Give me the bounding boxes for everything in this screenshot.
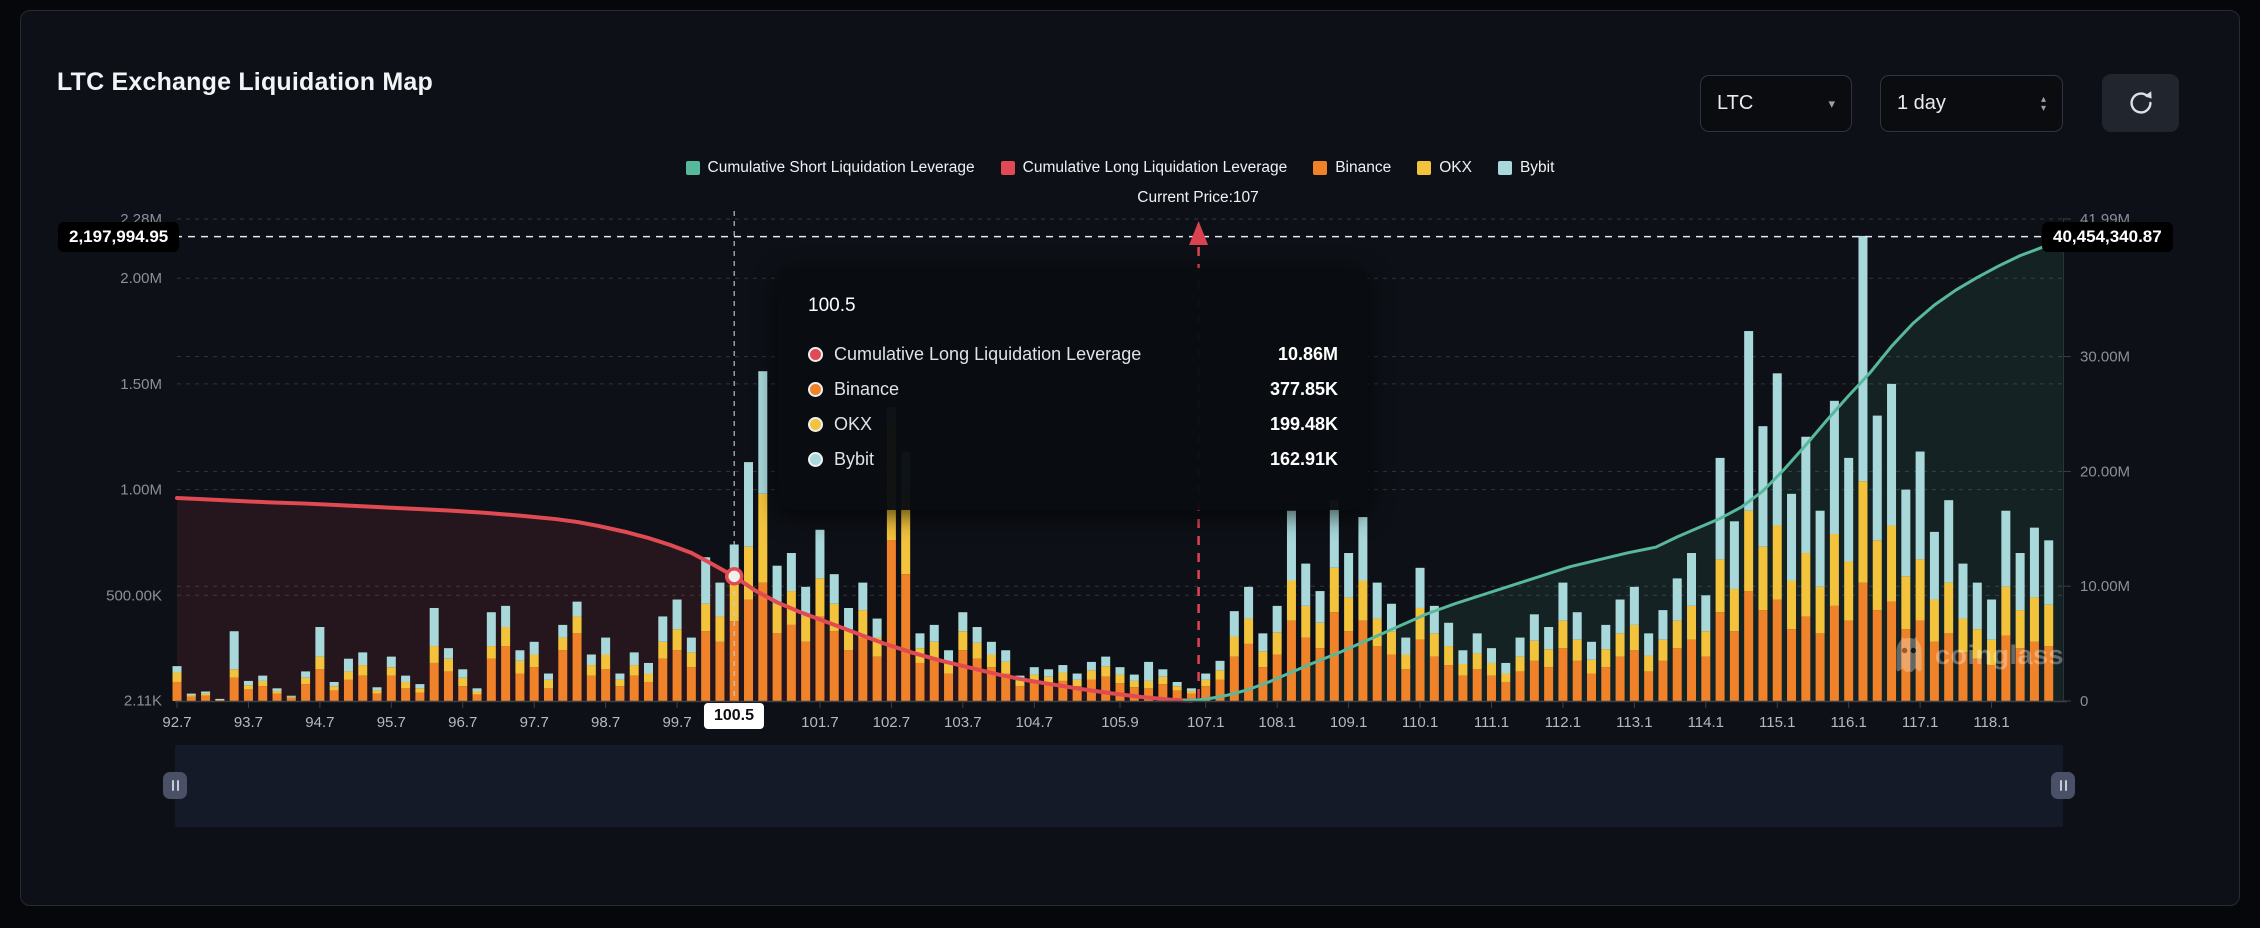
legend-item-2[interactable]: Cumulative Long Liquidation Leverage xyxy=(1001,159,1288,177)
legend-swatch xyxy=(1313,161,1327,175)
range-selector-track[interactable] xyxy=(175,745,2063,827)
tooltip-row: Binance 377.85K xyxy=(808,372,1338,407)
tooltip-row-value: 162.91K xyxy=(1270,449,1338,470)
right-axis-tick-label: 20.00M xyxy=(2080,463,2130,480)
x-axis-tick-label: 93.7 xyxy=(234,714,263,731)
legend-item-3[interactable]: Binance xyxy=(1313,159,1391,177)
legend-label: Cumulative Long Liquidation Leverage xyxy=(1023,159,1288,177)
x-axis-tick-label: 113.1 xyxy=(1616,714,1652,731)
crosshair-x-label: 100.5 xyxy=(704,703,764,729)
x-axis-tick-label: 105.9 xyxy=(1101,714,1139,731)
interval-select[interactable]: 1 day ▴▾ xyxy=(1880,75,2063,132)
right-max-value-pill: 40,454,340.87 xyxy=(2042,222,2173,252)
right-axis-tick-label: 10.00M xyxy=(2080,578,2130,595)
symbol-select[interactable]: LTC ▾ xyxy=(1700,75,1852,132)
x-axis-tick-label: 99.7 xyxy=(662,714,691,731)
x-axis-tick-label: 110.1 xyxy=(1402,714,1438,731)
tooltip-row-label: Cumulative Long Liquidation Leverage xyxy=(834,344,1141,365)
current-price-label: Current Price:107 xyxy=(1137,189,1258,207)
right-axis-tick-label: 30.00M xyxy=(2080,349,2130,366)
x-axis-tick-label: 98.7 xyxy=(591,714,620,731)
x-axis-tick-label: 97.7 xyxy=(520,714,549,731)
coinglass-ghost-icon xyxy=(1892,636,1926,674)
x-axis-tick-label: 94.7 xyxy=(305,714,334,731)
right-axis-tick-label: 0 xyxy=(2080,693,2088,710)
hover-marker-dot xyxy=(727,569,742,584)
left-axis-tick-label: 2.11K xyxy=(124,693,162,710)
series-dot-icon xyxy=(808,417,823,432)
legend-label: Bybit xyxy=(1520,159,1554,177)
x-axis-tick-label: 114.1 xyxy=(1688,714,1724,731)
left-axis-tick-label: 1.50M xyxy=(120,376,162,393)
legend-item-1[interactable]: Cumulative Short Liquidation Leverage xyxy=(686,159,975,177)
x-axis-tick-label: 104.7 xyxy=(1015,714,1053,731)
up-down-spinner-icon: ▴▾ xyxy=(2041,95,2046,113)
left-axis-tick-label: 500.00K xyxy=(106,587,162,604)
tooltip-row-value: 199.48K xyxy=(1270,414,1338,435)
left-axis-tick-label: 1.00M xyxy=(120,482,162,499)
tooltip-row: Bybit 162.91K xyxy=(808,442,1338,477)
tooltip-row-value: 377.85K xyxy=(1270,379,1338,400)
x-axis-tick-label: 111.1 xyxy=(1474,714,1509,731)
x-axis-tick-label: 116.1 xyxy=(1830,714,1866,731)
x-axis-tick-label: 102.7 xyxy=(873,714,911,731)
legend-label: Cumulative Short Liquidation Leverage xyxy=(708,159,975,177)
legend-swatch xyxy=(1001,161,1015,175)
chart-legend: Cumulative Short Liquidation Leverage Cum… xyxy=(177,159,2063,177)
tooltip-row-value: 10.86M xyxy=(1278,344,1338,365)
legend-swatch xyxy=(1417,161,1431,175)
series-dot-icon xyxy=(808,452,823,467)
legend-item-4[interactable]: OKX xyxy=(1417,159,1472,177)
x-axis-tick-label: 115.1 xyxy=(1759,714,1795,731)
series-dot-icon xyxy=(808,382,823,397)
x-axis-tick-label: 112.1 xyxy=(1545,714,1581,731)
tooltip-row-label: Bybit xyxy=(834,449,874,470)
left-max-value-pill: 2,197,994.95 xyxy=(58,222,179,252)
watermark-text: coinglass xyxy=(1935,640,2064,671)
tooltip-rows: Cumulative Long Liquidation Leverage 10.8… xyxy=(808,337,1338,477)
x-axis-tick-label: 96.7 xyxy=(448,714,477,731)
x-axis-tick-label: 95.7 xyxy=(377,714,406,731)
tooltip-row-label: Binance xyxy=(834,379,899,400)
tooltip-title: 100.5 xyxy=(808,295,1338,317)
watermark: coinglass xyxy=(1892,636,2064,674)
tooltip-row: OKX 199.48K xyxy=(808,407,1338,442)
chevron-down-icon: ▾ xyxy=(1828,96,1835,112)
tooltip-row: Cumulative Long Liquidation Leverage 10.8… xyxy=(808,337,1338,372)
x-axis-tick-label: 118.1 xyxy=(1973,714,2009,731)
refresh-icon xyxy=(2125,87,2157,119)
legend-label: Binance xyxy=(1335,159,1391,177)
symbol-select-value: LTC xyxy=(1717,92,1753,115)
legend-label: OKX xyxy=(1439,159,1472,177)
chart-tooltip: 100.5 Cumulative Long Liquidation Levera… xyxy=(778,268,1368,510)
x-axis-tick-label: 107.1 xyxy=(1187,714,1225,731)
interval-select-value: 1 day xyxy=(1897,92,1946,115)
range-handle-right[interactable] xyxy=(2051,772,2075,799)
range-handle-left[interactable] xyxy=(163,772,187,799)
legend-item-5[interactable]: Bybit xyxy=(1498,159,1554,177)
x-axis-tick-label: 117.1 xyxy=(1902,714,1938,731)
current-price-arrow-icon xyxy=(1189,221,1208,245)
tooltip-row-label: OKX xyxy=(834,414,872,435)
left-axis-tick-label: 2.00M xyxy=(120,270,162,287)
series-dot-icon xyxy=(808,347,823,362)
x-axis-tick-label: 109.1 xyxy=(1330,714,1368,731)
legend-swatch xyxy=(686,161,700,175)
page-title: LTC Exchange Liquidation Map xyxy=(57,68,433,97)
legend-swatch xyxy=(1498,161,1512,175)
x-axis-tick-label: 108.1 xyxy=(1258,714,1296,731)
x-axis-tick-label: 103.7 xyxy=(944,714,982,731)
refresh-button[interactable] xyxy=(2102,74,2179,132)
x-axis-tick-label: 92.7 xyxy=(162,714,191,731)
x-axis-tick-label: 101.7 xyxy=(801,714,839,731)
